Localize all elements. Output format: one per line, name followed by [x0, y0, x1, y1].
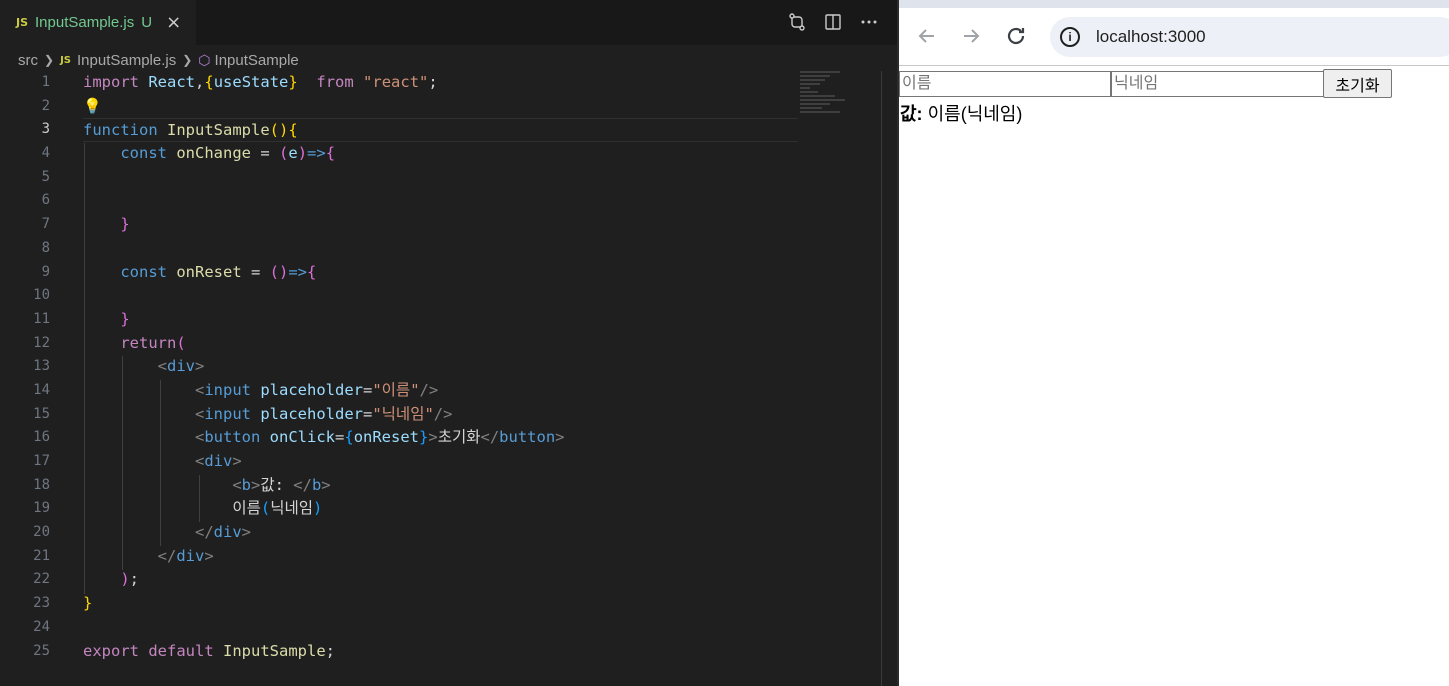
code-line: return( [120, 333, 186, 352]
breadcrumb: src ❯ JS InputSample.js ❯ ⬡ InputSample [18, 49, 299, 71]
breadcrumb-symbol[interactable]: InputSample [215, 52, 299, 69]
line-number: 7 [41, 216, 50, 233]
reload-icon[interactable] [1004, 24, 1028, 48]
browser-toolbar: i localhost:3000 [899, 8, 1449, 66]
code-line: </div> [157, 546, 214, 565]
back-arrow-icon[interactable] [915, 24, 939, 48]
tab-inputsample-js[interactable]: JS InputSample.js U × [0, 0, 196, 45]
url-text[interactable]: localhost:3000 [1096, 27, 1206, 47]
value-label: 값: [900, 104, 923, 124]
address-bar[interactable]: i localhost:3000 [1050, 17, 1449, 57]
editor-scrollbar[interactable] [881, 71, 882, 686]
line-number: 10 [33, 287, 50, 304]
nickname-input[interactable] [1111, 71, 1324, 97]
line-number: 3 [41, 121, 50, 138]
line-number: 25 [33, 642, 50, 659]
code-line-current: function InputSample(){ [83, 118, 798, 143]
editor-tab-bar: JS InputSample.js U × [0, 0, 897, 45]
line-number: 16 [33, 429, 50, 446]
browser-window: i localhost:3000 초기화 값: 이름(닉네임) [899, 0, 1449, 686]
code-line: } [120, 215, 130, 234]
line-number: 5 [41, 168, 50, 185]
javascript-file-icon: JS [16, 16, 29, 29]
untracked-status: U [141, 14, 153, 31]
name-input[interactable] [899, 71, 1111, 97]
symbol-cube-icon: ⬡ [198, 51, 211, 68]
split-editor-icon[interactable] [823, 12, 843, 32]
line-number: 22 [33, 571, 50, 588]
code-line: <b>값: </b> [232, 475, 331, 494]
line-number: 11 [33, 310, 50, 327]
line-number: 23 [33, 595, 50, 612]
code-line: <input placeholder="이름"/> [194, 380, 439, 399]
line-number: 2 [41, 97, 50, 114]
code-line: const onChange = (e)=>{ [120, 144, 336, 163]
line-number: 15 [33, 405, 50, 422]
breadcrumb-folder[interactable]: src [18, 52, 38, 69]
line-number: 9 [41, 263, 50, 280]
compare-changes-icon[interactable] [787, 12, 807, 32]
more-actions-icon[interactable] [859, 12, 879, 32]
forward-arrow-icon[interactable] [959, 24, 983, 48]
breadcrumb-file[interactable]: InputSample.js [77, 52, 176, 69]
chevron-right-icon: ❯ [182, 53, 193, 67]
line-number: 13 [33, 358, 50, 375]
line-number: 17 [33, 453, 50, 469]
value-display: 값: 이름(닉네임) [900, 100, 1022, 126]
tab-filename: InputSample.js [35, 14, 135, 31]
browser-tab-strip [899, 0, 1449, 8]
minimap[interactable] [800, 71, 880, 131]
code-editor[interactable]: JS InputSample.js U × src ❯ JS InputSamp… [0, 0, 897, 686]
chevron-right-icon: ❯ [44, 53, 55, 67]
code-line: <div> [157, 357, 205, 376]
lightbulb-icon[interactable]: 💡 [83, 97, 102, 115]
line-number: 21 [33, 547, 50, 564]
line-number: 6 [41, 192, 50, 209]
code-line: 이름(닉네임) [232, 499, 323, 518]
code-area[interactable]: import React,{useState} from "react"; 💡 … [83, 71, 803, 663]
code-line: 💡 [83, 95, 803, 119]
site-info-icon[interactable]: i [1060, 27, 1080, 47]
line-number: 4 [41, 145, 50, 162]
line-number: 14 [33, 381, 50, 398]
line-number: 12 [33, 334, 50, 351]
code-line: <input placeholder="닉네임"/> [194, 404, 453, 423]
code-line: } [83, 594, 93, 613]
code-line: <button onClick={onReset}>초기화</button> [194, 428, 565, 447]
code-line: <div> [194, 452, 242, 470]
line-number: 20 [33, 524, 50, 541]
code-line: </div> [194, 523, 251, 542]
code-line: ); [120, 570, 140, 589]
code-line: const onReset = ()=>{ [120, 262, 317, 281]
line-number: 19 [33, 500, 50, 517]
line-number: 18 [33, 476, 50, 493]
code-line: import React,{useState} from "react"; [83, 73, 438, 91]
editor-actions [787, 12, 879, 32]
javascript-file-icon: JS [60, 54, 71, 66]
line-number: 1 [41, 74, 50, 90]
code-line: } [120, 309, 130, 328]
line-number-gutter: 1 2 3 4 5 6 7 8 9 10 11 12 13 14 15 16 17 18 19 20 21 22 23 24 2… [0, 71, 50, 663]
rendered-page: 초기화 값: 이름(닉네임) [899, 66, 1449, 686]
line-number: 24 [33, 618, 50, 635]
code-line: export default InputSample; [83, 641, 336, 660]
line-number: 8 [41, 239, 50, 256]
value-text: 이름(닉네임) [927, 104, 1023, 124]
reset-button[interactable]: 초기화 [1323, 69, 1392, 98]
close-tab-icon[interactable]: × [166, 13, 181, 32]
